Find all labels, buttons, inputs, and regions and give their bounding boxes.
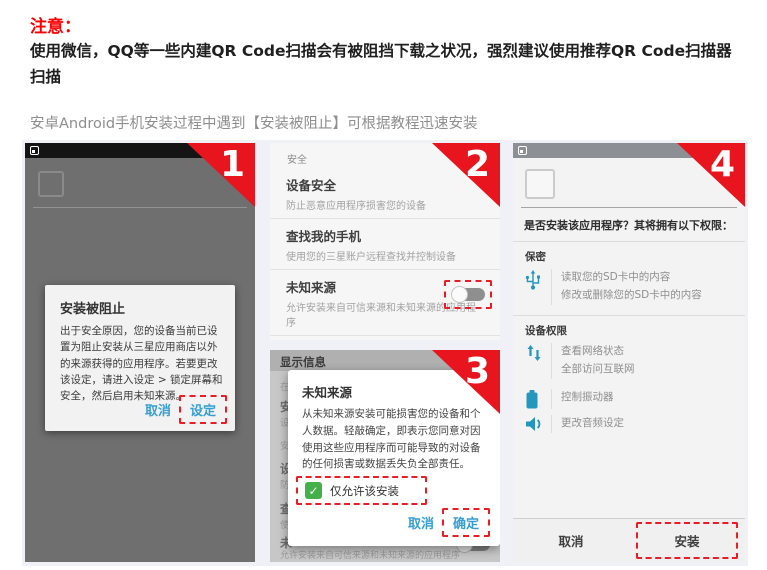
step-number: 4 <box>710 147 735 183</box>
divider <box>521 207 737 208</box>
cancel-button[interactable]: 取消 <box>145 400 171 419</box>
permission-sdcard: 读取您的SD卡中的内容 修改或删除您的SD卡中的内容 <box>525 269 737 305</box>
note-title: 注意： <box>30 12 81 37</box>
dialog-title: 未知来源 <box>302 382 352 401</box>
permission-vibration: 控制振动器 <box>525 389 737 409</box>
cancel-button[interactable]: 取消 <box>558 531 583 550</box>
dialog-title: 安装被阻止 <box>60 298 125 317</box>
dialog-body: 出于安全原因，您的设备当前已设置为阻止安装从三星应用商店以外的来源获得的应用程序… <box>60 323 223 404</box>
screenshot-step1: 1 4G 7 安装被阻止 出于安全原因，您的设备当前已设置为阻止安装从三星应用商… <box>25 143 255 562</box>
list-item-unknown-sources[interactable]: 未知来源 允许安装来自可信来源和未知来源的应用程序 <box>270 269 500 335</box>
usb-icon <box>525 269 551 305</box>
screenshot-step3: 显示信息 在 安设 安 设防 查使 未 允许安装来自可信来源和未知来源的应用程序… <box>270 350 500 562</box>
highlight-box: 安装 <box>636 522 737 559</box>
audio-icon <box>525 415 551 433</box>
network-arrows-icon <box>525 343 551 379</box>
tutorial-page: 注意： 使用微信，QQ等一些内建QR Code扫描会有被阻挡下载之状况，强烈建议… <box>0 0 767 570</box>
note-subtitle: 安卓Android手机安装过程中遇到【安装被阻止】可根据教程迅速安装 <box>30 112 746 133</box>
app-icon-placeholder <box>38 171 64 197</box>
dialog-body: 从未知来源安装可能损害您的设备和个人数据。轻敲确定，即表示您同意对因使用这些应用… <box>302 406 490 473</box>
note-body: 使用微信，QQ等一些内建QR Code扫描会有被阻挡下载之状况，强烈建议使用推荐… <box>30 38 746 91</box>
settings-button[interactable]: 设定 <box>190 400 216 419</box>
install-prompt-title: 是否安装该应用程序？其将拥有以下权限： <box>524 217 733 233</box>
permission-network: 查看网络状态 全部访问互联网 <box>525 343 737 379</box>
section-privacy: 保密 <box>513 241 745 264</box>
highlight-box: 确定 <box>442 508 490 537</box>
checkbox-label: 仅允许该安装 <box>330 483 399 499</box>
list-item-other-security[interactable]: 其他安全设定 更改安全更新和证书存储等其他安全设定 <box>270 335 500 340</box>
unknown-sources-toggle[interactable] <box>451 286 485 303</box>
step-number: 2 <box>465 147 490 183</box>
step-number: 1 <box>220 147 245 183</box>
divider <box>33 207 247 208</box>
highlight-box <box>444 280 492 309</box>
cancel-button[interactable]: 取消 <box>408 513 434 532</box>
notification-icon <box>30 146 39 155</box>
dimmed-text: 允许安装来自可信来源和未知来源的应用程序 <box>280 548 460 561</box>
section-device-permissions: 设备权限 <box>513 315 745 338</box>
notification-icon <box>518 146 527 155</box>
screenshot-step4: 1 4G 7 是否安装该应用程序？其将拥有以下权限： 保密 <box>513 143 745 562</box>
highlight-box: 设定 <box>179 395 227 424</box>
dialog-button-bar: 取消 安装 <box>513 518 745 562</box>
highlight-box: ✓ 仅允许该安装 <box>296 476 427 505</box>
dimmed-header-title: 显示信息 <box>280 354 326 370</box>
allow-once-checkbox[interactable]: ✓ <box>305 482 322 499</box>
screenshot-step2: 安全 设备安全 防止恶意应用程序损害您的设备 查找我的手机 使用您的三星账户远程… <box>270 143 500 340</box>
confirm-button[interactable]: 确定 <box>453 513 479 532</box>
install-button[interactable]: 安装 <box>674 531 699 550</box>
install-blocked-dialog: 安装被阻止 出于安全原因，您的设备当前已设置为阻止安装从三星应用商店以外的来源获… <box>45 285 235 431</box>
permission-audio: 更改音频设定 <box>525 415 737 433</box>
vibrate-icon <box>525 389 551 409</box>
list-item-find-my-phone[interactable]: 查找我的手机 使用您的三星账户远程查找并控制设备 <box>270 218 500 269</box>
app-icon-placeholder <box>525 169 555 199</box>
step-number: 3 <box>465 354 490 390</box>
checkmark-icon: ✓ <box>308 484 318 498</box>
